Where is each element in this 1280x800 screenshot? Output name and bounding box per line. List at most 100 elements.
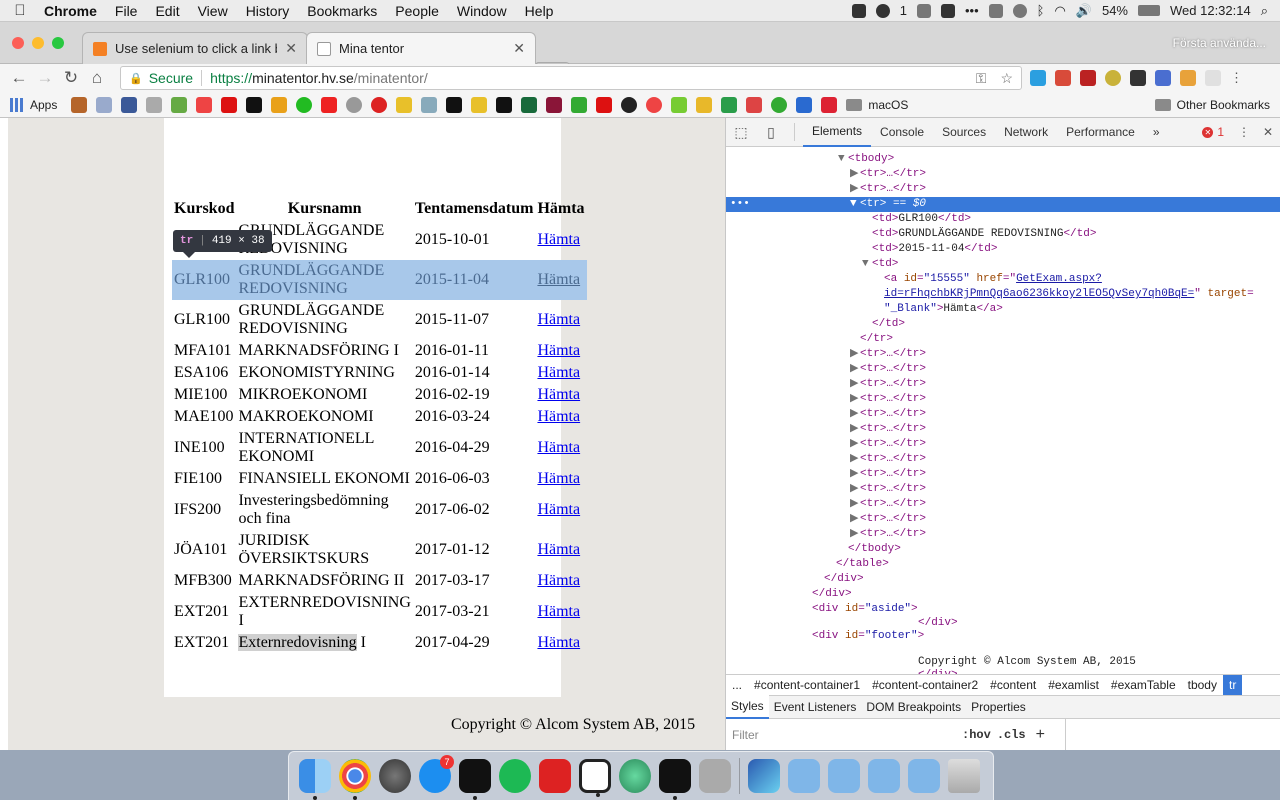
- fetch-link[interactable]: Hämta: [537, 541, 580, 558]
- bookmark-icon[interactable]: [696, 96, 713, 113]
- dom-node-td[interactable]: ▼ <td>: [726, 257, 1280, 272]
- drive-folder-icon[interactable]: [868, 759, 900, 793]
- bookmark-icon[interactable]: [171, 96, 188, 113]
- bookmark-icon[interactable]: [271, 96, 288, 113]
- dom-node-table-close[interactable]: </table>: [726, 557, 1280, 572]
- extension-icon[interactable]: [1155, 70, 1171, 86]
- dom-node-tr[interactable]: ▶ <tr>…</tr>: [726, 392, 1280, 407]
- battery-icon[interactable]: [1138, 5, 1160, 16]
- fetch-link[interactable]: Hämta: [537, 501, 580, 518]
- bookmark-icon[interactable]: [671, 96, 688, 113]
- gmail-icon[interactable]: [746, 96, 763, 113]
- dom-node-a[interactable]: <a id="15555" href="GetExam.aspx?: [726, 272, 1280, 287]
- more-tabs-button[interactable]: »: [1144, 118, 1169, 147]
- status-drive-icon[interactable]: [1012, 3, 1027, 18]
- fetch-link[interactable]: Hämta: [537, 408, 580, 425]
- fetch-link[interactable]: Hämta: [537, 470, 580, 487]
- menu-view[interactable]: View: [189, 3, 237, 19]
- tab-sources[interactable]: Sources: [933, 118, 995, 147]
- menu-edit[interactable]: Edit: [146, 3, 188, 19]
- tab-elements[interactable]: Elements: [803, 118, 872, 147]
- imdb-icon[interactable]: [471, 96, 488, 113]
- downloads-folder-icon[interactable]: [788, 759, 820, 793]
- bookmark-icon[interactable]: [496, 96, 513, 113]
- breadcrumb-content-container2[interactable]: #content-container2: [866, 678, 984, 692]
- battery-percent[interactable]: 54%: [1102, 3, 1128, 18]
- dom-node-tr[interactable]: ▶ <tr>…</tr>: [726, 347, 1280, 362]
- dom-node-tr[interactable]: ▶ <tr>…</tr>: [726, 452, 1280, 467]
- fetch-link[interactable]: Hämta: [537, 603, 580, 620]
- finder-icon[interactable]: [299, 759, 331, 800]
- affinity-icon[interactable]: [748, 759, 780, 793]
- fetch-link[interactable]: Hämta: [537, 634, 580, 651]
- volume-icon[interactable]: 🔊: [1076, 3, 1092, 19]
- tab-event-listeners[interactable]: Event Listeners: [769, 695, 862, 719]
- dom-node-tr[interactable]: ▶ <tr>…</tr>: [726, 437, 1280, 452]
- bookmark-folder-macos[interactable]: macOS: [868, 98, 908, 112]
- bookmark-icon[interactable]: [146, 96, 163, 113]
- bookmark-icon[interactable]: [771, 96, 788, 113]
- chrome-icon[interactable]: [339, 759, 371, 800]
- bookmark-icon[interactable]: [421, 96, 438, 113]
- dom-node-td[interactable]: <td>GRUNDLÄGGANDE REDOVISNING</td>: [726, 227, 1280, 242]
- dom-node-tr[interactable]: ▶ <tr>…</tr>: [726, 167, 1280, 182]
- bookmark-icon[interactable]: [96, 96, 113, 113]
- maximize-window-icon[interactable]: [52, 37, 64, 49]
- dom-node-tr[interactable]: ▶ <tr>…</tr>: [726, 512, 1280, 527]
- tab-mina-tentor[interactable]: Mina tentor ✕: [306, 32, 536, 64]
- dom-node-tr[interactable]: ▶ <tr>…</tr>: [726, 467, 1280, 482]
- dom-node-a-cont[interactable]: "_Blank">Hämta</a>: [726, 302, 1280, 317]
- atom-icon[interactable]: [619, 759, 651, 793]
- bookmark-icon[interactable]: [346, 96, 363, 113]
- breadcrumb-tbody[interactable]: tbody: [1182, 678, 1223, 692]
- breadcrumb-examlist[interactable]: #examlist: [1042, 678, 1105, 692]
- devtools-menu-icon[interactable]: ⋮: [1232, 125, 1256, 139]
- apple-icon[interactable]: : [0, 2, 40, 19]
- wifi-icon[interactable]: ◠: [1054, 3, 1065, 19]
- status-upload-icon[interactable]: [916, 3, 931, 18]
- bookmark-apps[interactable]: Apps: [30, 98, 57, 112]
- status-soccer-icon[interactable]: [875, 3, 890, 18]
- fetch-link[interactable]: Hämta: [537, 364, 580, 381]
- dom-node-tbody-close[interactable]: </tbody>: [726, 542, 1280, 557]
- breadcrumb-content[interactable]: #content: [984, 678, 1042, 692]
- extension-icon[interactable]: [1105, 70, 1121, 86]
- tab-selenium-question[interactable]: Use selenium to click a link ba ✕: [82, 32, 308, 64]
- tab-performance[interactable]: Performance: [1057, 118, 1144, 147]
- bookmark-icon[interactable]: [646, 96, 663, 113]
- breadcrumb-tr[interactable]: tr: [1222, 674, 1243, 696]
- key-icon[interactable]: ⚿: [976, 70, 987, 87]
- menu-app-name[interactable]: Chrome: [40, 3, 106, 19]
- dom-node-a-cont[interactable]: id=rFhqchbKRjPmnQq6ao6236kkoy2lEO5QvSey7…: [726, 287, 1280, 302]
- spotify-icon[interactable]: [499, 759, 531, 793]
- menu-file[interactable]: File: [106, 3, 147, 19]
- node-actions-icon[interactable]: •••: [730, 197, 750, 212]
- dom-node-td[interactable]: <td>2015-11-04</td>: [726, 242, 1280, 257]
- status-download-icon[interactable]: [940, 3, 955, 18]
- status-grid-icon[interactable]: [988, 3, 1003, 18]
- close-window-icon[interactable]: [12, 37, 24, 49]
- fetch-link[interactable]: Hämta: [537, 271, 580, 288]
- app-store-icon[interactable]: 7: [419, 755, 454, 793]
- home-icon[interactable]: ⌂: [84, 68, 110, 88]
- dom-node-div-aside[interactable]: <div id="aside">: [726, 602, 1280, 617]
- dom-node-td-close[interactable]: </td>: [726, 317, 1280, 332]
- dom-node-div-close[interactable]: </div>: [726, 587, 1280, 602]
- dom-node-tr[interactable]: ▶ <tr>…</tr>: [726, 497, 1280, 512]
- bookmark-icon[interactable]: [296, 96, 313, 113]
- close-devtools-icon[interactable]: ✕: [1256, 125, 1280, 139]
- dom-node-td[interactable]: <td>GLR100</td>: [726, 212, 1280, 227]
- dom-node-tr[interactable]: ▶ <tr>…</tr>: [726, 422, 1280, 437]
- profile-button[interactable]: Första använda...: [1173, 36, 1266, 50]
- inspect-element-icon[interactable]: ⬚: [726, 124, 756, 141]
- bookmark-icon[interactable]: [596, 96, 613, 113]
- reload-icon[interactable]: ↻: [58, 68, 84, 88]
- bookmark-icon[interactable]: [371, 96, 388, 113]
- pycharm-icon[interactable]: [459, 759, 491, 800]
- fetch-link[interactable]: Hämta: [537, 311, 580, 328]
- fetch-link[interactable]: Hämta: [537, 231, 580, 248]
- dom-node-div-close[interactable]: </div>: [726, 572, 1280, 587]
- dom-node-tr-close[interactable]: </tr>: [726, 332, 1280, 347]
- error-counter[interactable]: ✕ 1: [1202, 125, 1232, 139]
- fetch-link[interactable]: Hämta: [537, 386, 580, 403]
